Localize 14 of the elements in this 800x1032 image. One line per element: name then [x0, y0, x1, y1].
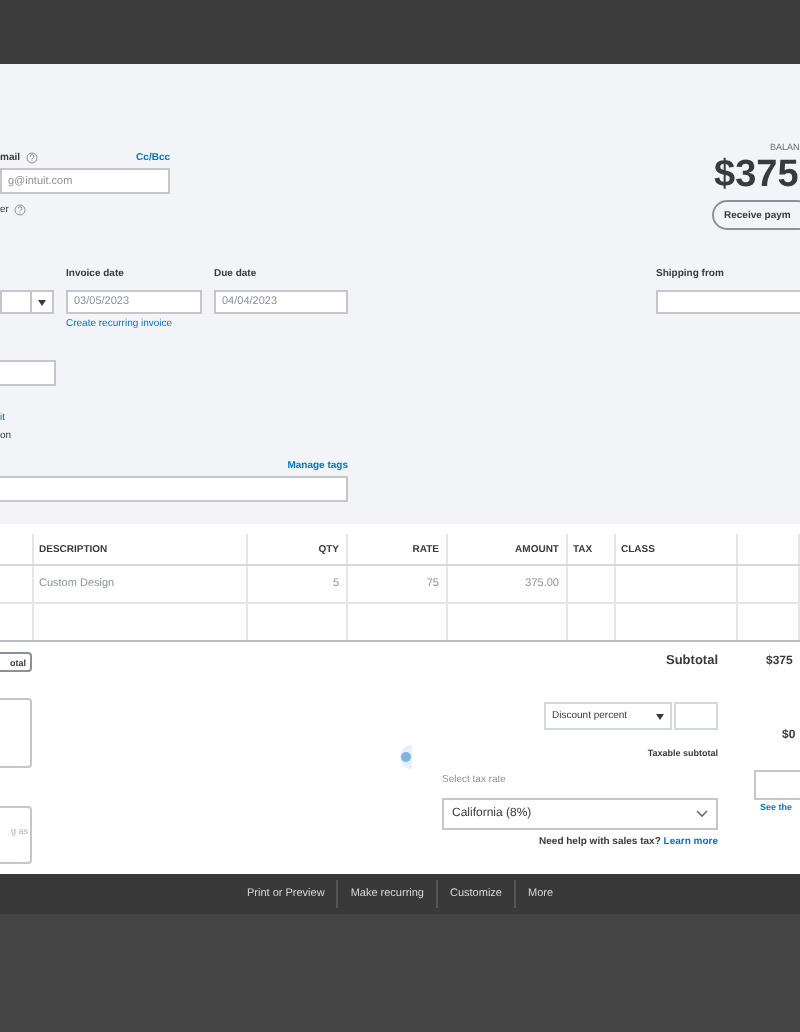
- caret-icon: [656, 713, 664, 719]
- input-field[interactable]: [754, 770, 800, 800]
- discount-field[interactable]: [674, 702, 718, 730]
- chat-bubble-icon[interactable]: [394, 744, 412, 770]
- help-icon[interactable]: [14, 204, 27, 216]
- message-field[interactable]: [0, 698, 32, 768]
- shipping-from-field[interactable]: [656, 290, 800, 314]
- tags-field[interactable]: [0, 476, 348, 502]
- terms-select[interactable]: [0, 290, 54, 314]
- help-icon[interactable]: [26, 152, 39, 164]
- input-field[interactable]: [0, 360, 56, 386]
- balance-amount: $375.: [714, 154, 800, 198]
- chevron-icon: [696, 810, 708, 818]
- caret-icon: [38, 299, 46, 305]
